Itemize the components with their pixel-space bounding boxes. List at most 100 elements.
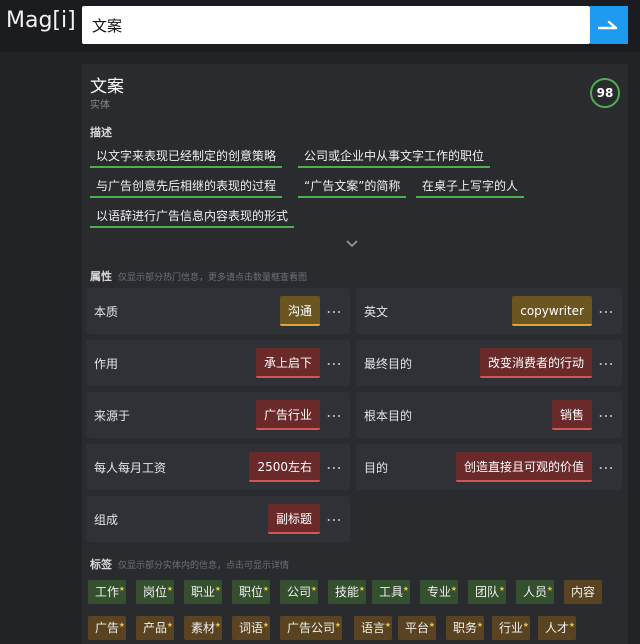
search-input[interactable]: [82, 6, 590, 44]
star-icon: ★: [118, 621, 126, 629]
more-icon[interactable]: ⋯: [326, 302, 343, 321]
star-icon: ★: [384, 621, 392, 629]
property-cell: 目的 创造直接且可观的价值 ⋯: [356, 444, 622, 490]
description-item[interactable]: 与广告创意先后相继的表现的过程: [90, 176, 283, 198]
property-cell: 英文 copywriter ⋯: [356, 288, 622, 334]
property-value[interactable]: 承上启下: [255, 348, 320, 378]
property-cell: 本质 沟通 ⋯: [86, 288, 350, 334]
property-cell: 最终目的 改变消费者的行动 ⋯: [356, 340, 622, 386]
score-badge: 98: [590, 78, 620, 108]
more-icon[interactable]: ⋯: [598, 302, 615, 321]
property-cell: 组成 副标题 ⋯: [86, 496, 350, 542]
entity-card: 文案 实体 98 描述 以文字来表现已经制定的创意策略 公司或企业中从事文字工作…: [82, 64, 628, 644]
tag-chip[interactable]: 行业 ★: [492, 616, 531, 640]
search-box[interactable]: [82, 6, 590, 44]
tag-chip[interactable]: 素材 ★: [184, 616, 223, 640]
star-icon: ★: [428, 621, 436, 629]
tag-label: 行业: [499, 621, 524, 635]
star-icon: ★: [334, 621, 342, 629]
property-value[interactable]: 广告行业: [255, 400, 320, 430]
tag-chip[interactable]: 产品 ★: [136, 616, 175, 640]
property-value[interactable]: 副标题: [267, 504, 320, 534]
tag-chip[interactable]: 广告 ★: [88, 616, 127, 640]
more-icon[interactable]: ⋯: [326, 458, 343, 477]
tag-label: 职务: [453, 621, 478, 635]
search-button[interactable]: [590, 6, 628, 44]
tag-label: 技能: [335, 585, 360, 599]
properties-title: 属性: [90, 270, 112, 283]
properties-label: 属性 仅显示部分热门信息，更多请点击数量框查看图: [90, 268, 307, 284]
tag-chip[interactable]: 广告公司 ★: [280, 616, 343, 640]
property-cell: 来源于 广告行业 ⋯: [86, 392, 350, 438]
tag-label: 语言: [361, 621, 386, 635]
star-icon: ★: [450, 585, 458, 593]
star-icon: ★: [262, 621, 270, 629]
tags-hint: 仅显示部分实体内的信息，点击可显示详情: [118, 561, 290, 571]
property-cell: 根本目的 销售 ⋯: [356, 392, 622, 438]
description-item[interactable]: 公司或企业中从事文字工作的职位: [298, 146, 491, 168]
more-icon[interactable]: ⋯: [326, 510, 343, 529]
more-icon[interactable]: ⋯: [326, 354, 343, 373]
tag-chip[interactable]: 语言 ★: [354, 616, 393, 640]
more-icon[interactable]: ⋯: [598, 458, 615, 477]
tag-label: 素材: [191, 621, 216, 635]
tag-chip[interactable]: 职位 ★: [232, 580, 271, 604]
star-icon: ★: [546, 585, 554, 593]
property-cell: 作用 承上启下 ⋯: [86, 340, 350, 386]
entity-type: 实体: [90, 100, 110, 111]
property-value[interactable]: 沟通: [279, 296, 320, 326]
tag-label: 工具: [379, 585, 404, 599]
chevron-down-icon[interactable]: [344, 238, 360, 250]
tag-label: 岗位: [143, 585, 168, 599]
more-icon[interactable]: ⋯: [598, 406, 615, 425]
tag-chip[interactable]: 人员 ★: [516, 580, 555, 604]
property-key: 最终目的: [364, 357, 413, 371]
tag-chip[interactable]: 公司 ★: [280, 580, 319, 604]
tag-chip[interactable]: 职业 ★: [184, 580, 223, 604]
star-icon: ★: [214, 585, 222, 593]
property-value[interactable]: 创造直接且可观的价值: [455, 452, 592, 482]
property-key: 英文: [364, 305, 389, 319]
star-icon: ★: [166, 621, 174, 629]
star-icon: ★: [568, 621, 576, 629]
star-icon: ★: [476, 621, 484, 629]
description-item[interactable]: “广告文案”的简称: [298, 176, 407, 198]
top-bar: Mag[i]: [0, 0, 640, 52]
property-value[interactable]: 销售: [551, 400, 592, 430]
description-item[interactable]: 以语辞进行广告信息内容表现的形式: [90, 206, 295, 228]
property-value[interactable]: 改变消费者的行动: [479, 348, 592, 378]
tag-label: 团队: [475, 585, 500, 599]
tag-chip[interactable]: 工作 ★: [88, 580, 127, 604]
tag-chip[interactable]: 内容: [564, 580, 603, 604]
description-item[interactable]: 以文字来表现已经制定的创意策略: [90, 146, 283, 168]
star-icon: ★: [498, 585, 506, 593]
property-value[interactable]: copywriter: [512, 296, 592, 326]
tag-chip[interactable]: 职务 ★: [446, 616, 485, 640]
tag-chip[interactable]: 词语 ★: [232, 616, 271, 640]
tag-chip[interactable]: 工具 ★: [372, 580, 411, 604]
tag-chip[interactable]: 人才 ★: [538, 616, 577, 640]
property-cell: 每人每月工资 2500左右 ⋯: [86, 444, 350, 490]
tags-label: 标签 仅显示部分实体内的信息，点击可显示详情: [90, 556, 289, 572]
description-label: 描述: [90, 126, 112, 139]
logo[interactable]: Mag[i]: [6, 8, 76, 33]
tag-label: 词语: [239, 621, 264, 635]
more-icon[interactable]: ⋯: [598, 354, 615, 373]
star-icon: ★: [166, 585, 174, 593]
property-value[interactable]: 2500左右: [249, 452, 320, 482]
tag-chip[interactable]: 团队 ★: [468, 580, 507, 604]
star-icon: ★: [402, 585, 410, 593]
tag-chip[interactable]: 平台 ★: [398, 616, 437, 640]
tags-title: 标签: [90, 558, 112, 571]
tag-label: 公司: [287, 585, 312, 599]
tag-chip[interactable]: 岗位 ★: [136, 580, 175, 604]
properties-hint: 仅显示部分热门信息，更多请点击数量框查看图: [118, 273, 308, 283]
property-key: 每人每月工资: [94, 461, 167, 475]
tag-label: 职业: [191, 585, 216, 599]
description-item[interactable]: 在桌子上写字的人: [416, 176, 525, 198]
more-icon[interactable]: ⋯: [326, 406, 343, 425]
tag-chip[interactable]: 专业 ★: [420, 580, 459, 604]
star-icon: ★: [262, 585, 270, 593]
entity-title: 文案: [90, 77, 124, 97]
tag-chip[interactable]: 技能 ★: [328, 580, 367, 604]
